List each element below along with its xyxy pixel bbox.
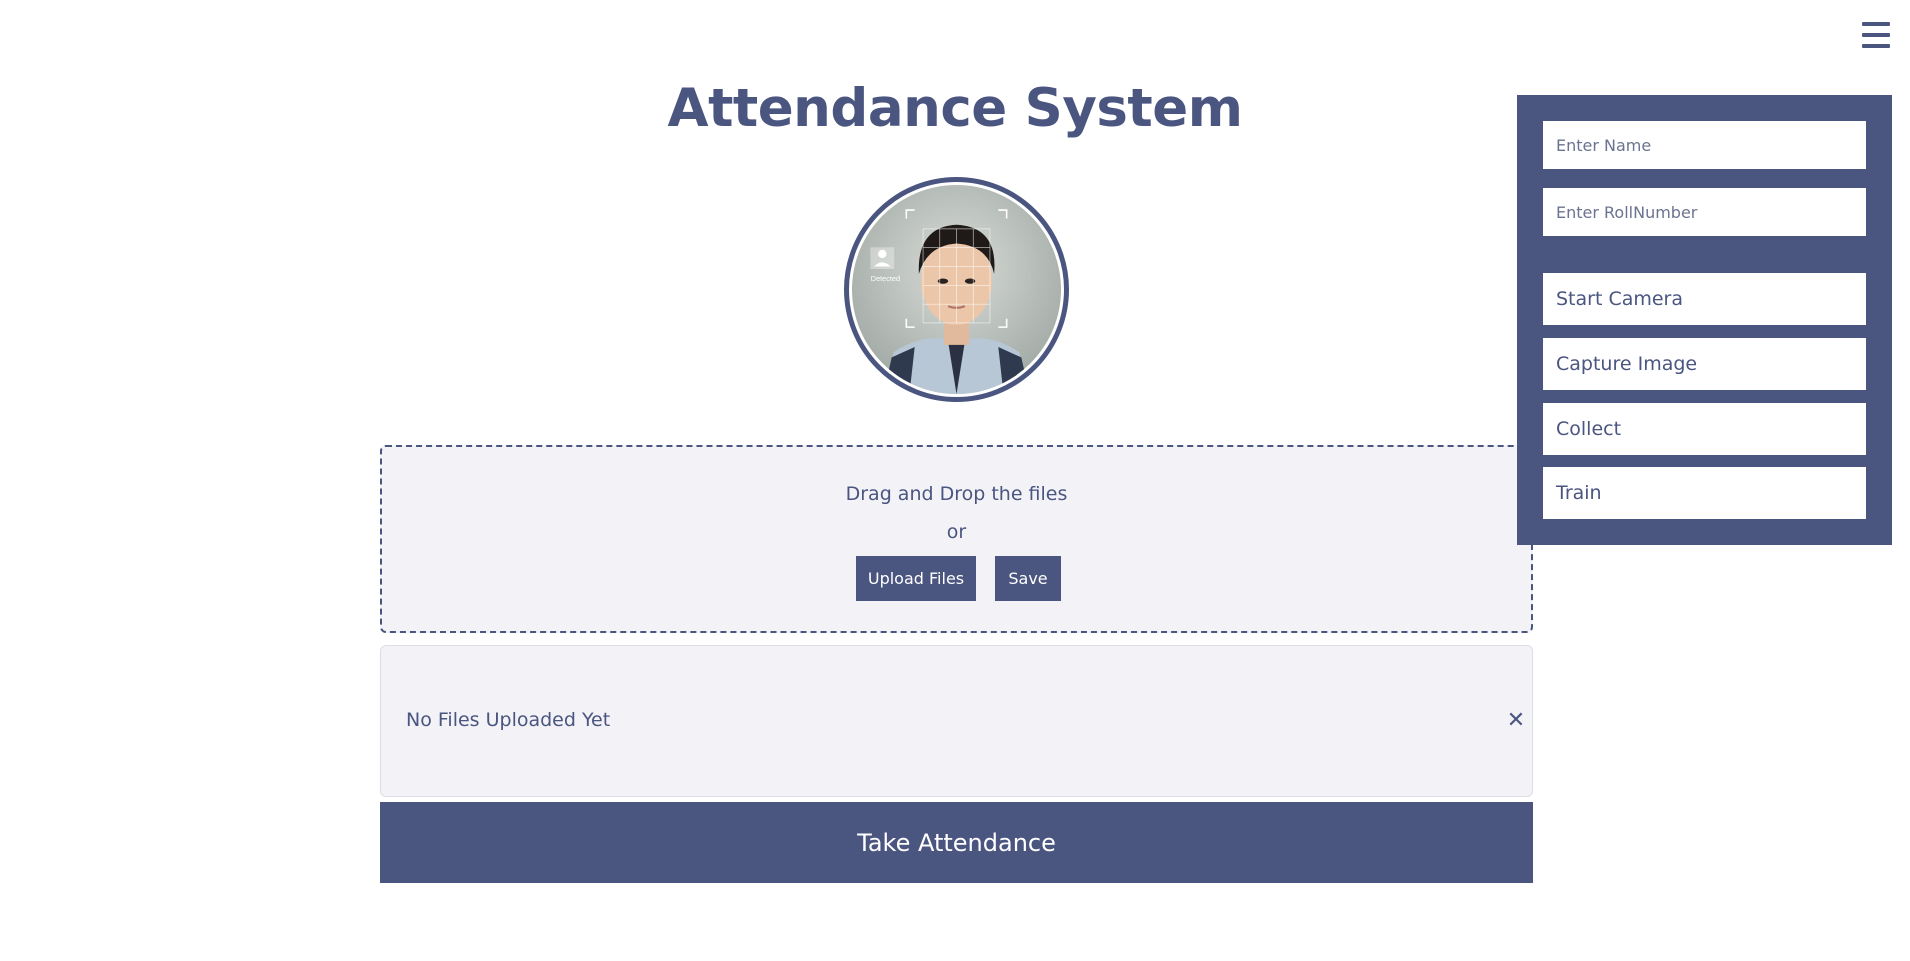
save-button[interactable]: Save <box>995 556 1061 601</box>
menu-bar <box>1862 44 1890 48</box>
side-panel: Start Camera Capture Image Collect Train <box>1517 95 1892 545</box>
close-icon[interactable]: ✕ <box>1505 709 1527 733</box>
attendance-page: Attendance System Detected Drag and Drop… <box>0 0 1910 961</box>
name-input[interactable] <box>1543 121 1866 169</box>
menu-bar <box>1862 33 1890 37</box>
uploaded-files-list: No Files Uploaded Yet ✕ <box>380 645 1533 797</box>
take-attendance-button[interactable]: Take Attendance <box>380 802 1533 883</box>
hamburger-menu-icon[interactable] <box>1862 22 1890 48</box>
empty-files-message: No Files Uploaded Yet <box>406 709 611 731</box>
face-scan-image: Detected <box>852 185 1061 394</box>
file-dropzone[interactable]: Drag and Drop the files or Upload Files … <box>380 445 1533 633</box>
roll-number-input[interactable] <box>1543 188 1866 236</box>
collect-button[interactable]: Collect <box>1543 403 1866 455</box>
face-detection-avatar: Detected <box>844 177 1069 402</box>
start-camera-button[interactable]: Start Camera <box>1543 273 1866 325</box>
dropzone-separator: or <box>946 521 967 543</box>
detected-label: Detected <box>871 274 900 283</box>
dropzone-instruction: Drag and Drop the files <box>845 483 1068 505</box>
upload-files-button[interactable]: Upload Files <box>856 556 976 601</box>
menu-bar <box>1862 22 1890 26</box>
capture-image-button[interactable]: Capture Image <box>1543 338 1866 390</box>
train-button[interactable]: Train <box>1543 467 1866 519</box>
